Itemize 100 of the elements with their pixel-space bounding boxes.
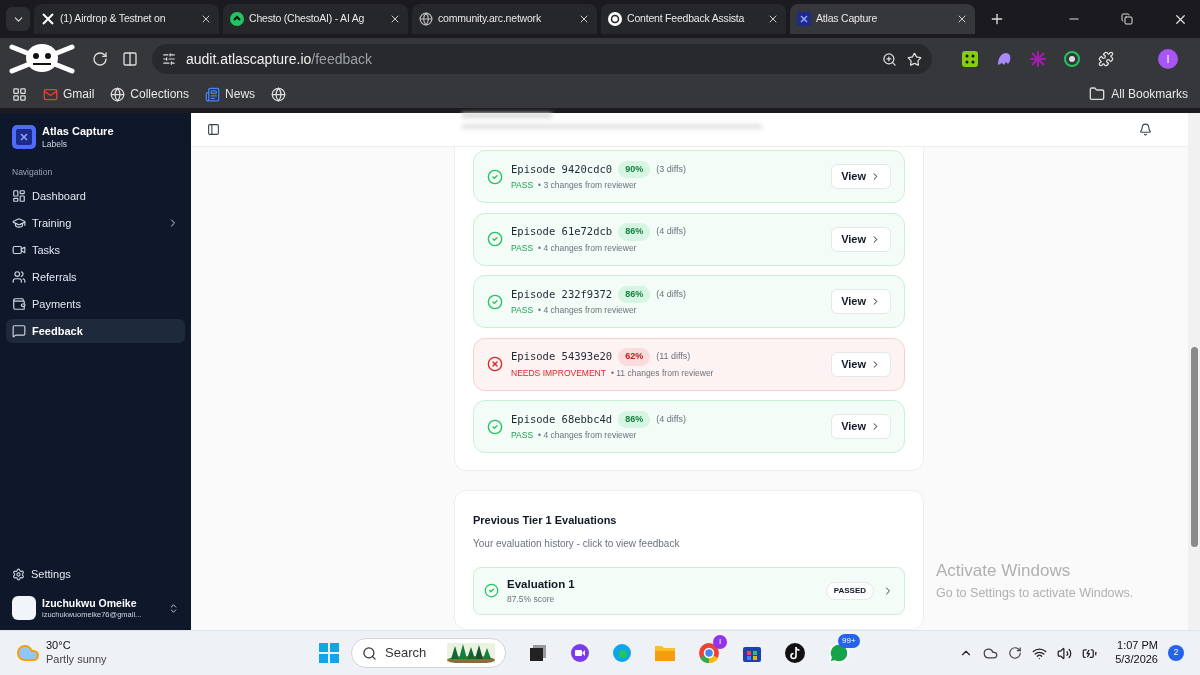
browser-tab[interactable]: community.arc.network <box>412 4 597 34</box>
nav-item[interactable]: Feedback <box>6 319 185 344</box>
wallet-icon <box>12 297 26 312</box>
chrome-icon[interactable] <box>698 642 720 664</box>
close-icon[interactable] <box>578 13 590 25</box>
browser-tab[interactable]: Content Feedback Assista <box>601 4 786 34</box>
tab-title: Content Feedback Assista <box>627 11 746 27</box>
score-pill: 86% <box>618 285 651 304</box>
folder-icon <box>1089 86 1106 102</box>
url-text: audit.atlascapture.io/feedback <box>186 49 373 69</box>
tab-title: Atlas Capture <box>816 11 878 27</box>
weather-widget[interactable]: 30°C Partly sunny <box>16 639 316 667</box>
evaluation-row[interactable]: Evaluation 1 87.5% score PASSED <box>473 566 905 615</box>
address-bar[interactable]: audit.atlascapture.io/feedback <box>152 44 932 74</box>
nav-item[interactable]: Referrals <box>6 265 185 290</box>
music-note-app-icon[interactable] <box>784 642 806 664</box>
scrollbar[interactable] <box>1188 113 1200 630</box>
graduation-cap-icon <box>12 216 26 231</box>
diff-count: (4 diffs) <box>656 225 686 239</box>
bookmark-item[interactable]: News <box>205 85 256 103</box>
browser-tab[interactable]: (1) Airdrop & Testnet on <box>34 4 219 34</box>
site-info-icon[interactable] <box>162 52 176 66</box>
settings-item[interactable]: Settings <box>6 562 185 586</box>
diff-count: (3 diffs) <box>656 162 686 176</box>
profile-avatar[interactable]: I <box>1158 49 1178 69</box>
weather-condition: Partly sunny <box>46 653 107 667</box>
tab-title: (1) Airdrop & Testnet on <box>60 11 167 27</box>
notification-bell-icon[interactable] <box>1139 123 1152 136</box>
nav-item[interactable]: Training <box>6 211 185 236</box>
browser-tab[interactable]: Chesto (ChestoAI) - AI Ag <box>223 4 408 34</box>
chevrons-icon <box>168 602 179 614</box>
logo-icon <box>797 12 811 26</box>
change-note: • 4 changes from reviewer <box>538 304 637 318</box>
time: 1:07 PM <box>1117 639 1158 653</box>
change-note: • 11 changes from reviewer <box>610 366 714 380</box>
view-button[interactable]: View <box>831 351 891 377</box>
new-tab-icon[interactable] <box>989 11 1005 27</box>
view-button[interactable]: View <box>831 289 891 314</box>
browser-tab[interactable]: Atlas Capture <box>790 4 975 34</box>
bookmark-star-icon[interactable] <box>907 51 922 67</box>
tab-list-button[interactable] <box>6 7 30 31</box>
bookmark-item[interactable]: Collections <box>110 85 190 103</box>
message-icon <box>12 324 26 339</box>
zoom-icon[interactable] <box>882 51 897 67</box>
volume-icon[interactable] <box>1057 645 1073 661</box>
apps-icon[interactable] <box>12 86 27 102</box>
score-pill: 86% <box>618 410 651 429</box>
nav-item[interactable]: Payments <box>6 292 185 317</box>
all-bookmarks-button[interactable]: All Bookmarks <box>1089 85 1188 103</box>
clock[interactable]: 1:07 PM 5/3/2026 <box>1115 639 1158 667</box>
reload-icon[interactable] <box>92 51 108 67</box>
evaluation-title: Evaluation 1 <box>507 576 575 592</box>
extensions-icon[interactable] <box>1098 51 1114 67</box>
globe-icon <box>271 86 287 102</box>
sync-icon[interactable] <box>1008 646 1023 660</box>
view-button[interactable]: View <box>831 226 891 252</box>
task-view-icon[interactable] <box>528 643 548 663</box>
search-icon <box>362 645 377 661</box>
taskbar-search[interactable]: Search <box>351 638 506 668</box>
logo-icon <box>230 12 244 26</box>
app-logo-icon <box>12 125 36 150</box>
status-label: PASS <box>511 179 534 193</box>
sidebar-toggle-icon[interactable] <box>207 123 220 136</box>
close-icon[interactable] <box>767 13 779 25</box>
episode-title: Episode 232f9372 <box>511 286 613 302</box>
settings-icon <box>12 567 25 581</box>
evaluation-score: 87.5% score <box>507 592 556 606</box>
skull-avatar-icon[interactable] <box>6 41 78 77</box>
diff-count: (11 diffs) <box>656 350 691 364</box>
wifi-icon[interactable] <box>1032 645 1048 661</box>
change-note: • 3 changes from reviewer <box>538 179 637 193</box>
status-label: PASS <box>511 429 534 443</box>
diff-count: (4 diffs) <box>656 287 686 301</box>
dice-extension-icon[interactable] <box>962 51 978 67</box>
cloud-icon[interactable] <box>983 645 999 661</box>
check-icon <box>487 293 503 310</box>
episode-title: Episode 54393e20 <box>511 349 613 365</box>
card-subtitle: Your evaluation history - click to view feedback <box>473 536 681 551</box>
bookmark-item[interactable]: Gmail <box>43 85 95 103</box>
error-icon <box>487 356 503 372</box>
notification-count[interactable]: 2 <box>1168 645 1184 661</box>
brand-name: Atlas Capture <box>42 125 114 139</box>
close-icon[interactable] <box>200 13 212 25</box>
status-label: PASS <box>511 304 534 318</box>
split-view-icon[interactable] <box>122 51 138 67</box>
nav-item[interactable]: Dashboard <box>6 184 185 209</box>
episode-title: Episode 61e72dcb <box>511 224 613 240</box>
ghost-extension-icon[interactable] <box>996 51 1012 67</box>
view-button[interactable]: View <box>831 164 891 189</box>
star-burst-extension-icon[interactable] <box>1030 51 1046 67</box>
tab-title: Chesto (ChestoAI) - AI Ag <box>249 11 366 27</box>
notification-badge: 99+ <box>838 634 860 648</box>
bookmark-item[interactable] <box>271 86 287 102</box>
close-icon[interactable] <box>956 13 968 25</box>
close-icon[interactable] <box>389 13 401 25</box>
nav-item[interactable]: Tasks <box>6 238 185 263</box>
tab-title: community.arc.network <box>438 11 542 27</box>
view-button[interactable]: View <box>831 414 891 439</box>
restore-icon[interactable] <box>1121 13 1133 25</box>
video-call-icon[interactable] <box>570 643 590 663</box>
